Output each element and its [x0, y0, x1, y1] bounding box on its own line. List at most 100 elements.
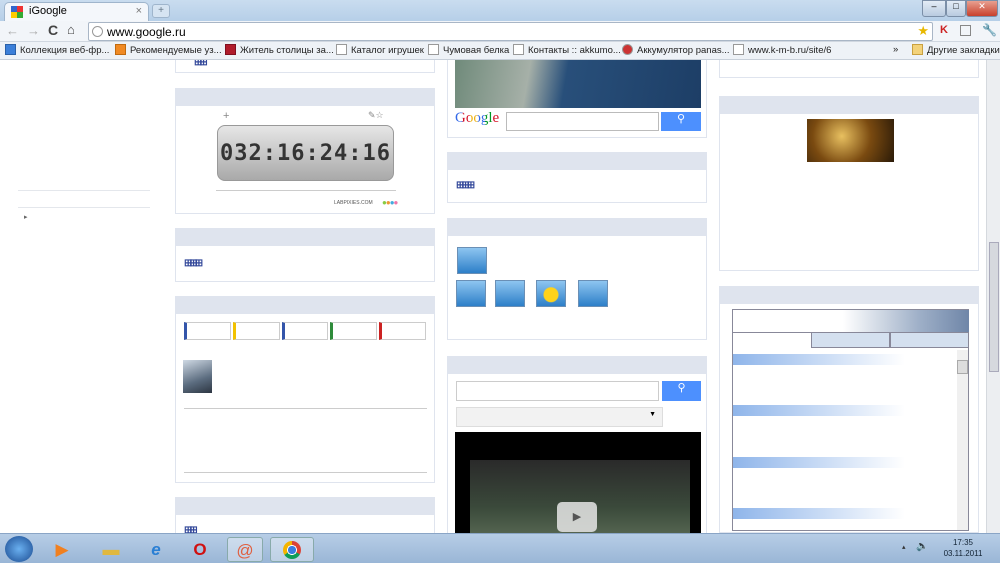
- back-icon[interactable]: ←: [6, 23, 19, 38]
- bookmark-item[interactable]: Чумовая белка: [428, 44, 509, 56]
- page-scroll-thumb[interactable]: [989, 242, 999, 372]
- bookmark-label: Житель столицы за...: [240, 45, 334, 56]
- expand-arrow-icon[interactable]: ▸: [24, 213, 28, 221]
- frame-tab[interactable]: [811, 332, 890, 348]
- cloudy-weather-icon: [495, 280, 525, 307]
- volume-icon[interactable]: 🔈: [916, 541, 928, 552]
- opera-icon[interactable]: O: [184, 537, 216, 562]
- tab-close-icon[interactable]: ×: [136, 5, 142, 17]
- widget-placeholder-icon: ⊞⊞: [184, 525, 198, 533]
- bookmarks-overflow-button[interactable]: »: [893, 44, 898, 55]
- new-tab-button[interactable]: +: [152, 4, 170, 18]
- close-window-button[interactable]: ✕: [966, 0, 998, 17]
- tray-arrow-icon[interactable]: ▴: [902, 543, 906, 551]
- video-search-button[interactable]: ⚲: [662, 381, 701, 401]
- widget: ⊞⊞: [175, 497, 435, 533]
- video-category-select[interactable]: ▼: [456, 407, 663, 427]
- tab-green[interactable]: [330, 322, 378, 340]
- widget-header[interactable]: [175, 228, 435, 246]
- other-bookmarks-label: Другие закладки: [927, 45, 1000, 56]
- browser-toolbar: ← → C ⌂ www.google.ru ★ K 🔧: [0, 21, 1000, 42]
- widget-header[interactable]: [719, 96, 979, 114]
- widget: ⊞⊞⊞: [447, 152, 707, 203]
- cloudy-weather-icon: [456, 280, 486, 307]
- add-icon[interactable]: +: [223, 110, 229, 122]
- tab-blue[interactable]: [184, 322, 231, 340]
- media-player-icon[interactable]: ▶: [46, 537, 78, 562]
- bookmark-item[interactable]: Аккумулятор panas...: [622, 44, 730, 56]
- tab-blue-2[interactable]: [281, 322, 329, 340]
- widget: ⊞⊞: [175, 60, 435, 73]
- bookmark-item[interactable]: Коллекция веб-фр...: [5, 44, 109, 56]
- satellite-map[interactable]: [455, 60, 701, 108]
- clock[interactable]: 17:35 03.11.2011: [938, 537, 988, 559]
- still-life-image[interactable]: [807, 119, 894, 162]
- url-text: www.google.ru: [107, 25, 186, 39]
- video-widget: ⚲ ▼ ▶: [447, 356, 707, 533]
- internet-explorer-icon[interactable]: e: [140, 537, 172, 562]
- widget-header[interactable]: [719, 286, 979, 304]
- theme-color-icons[interactable]: ●●●●: [382, 198, 398, 207]
- thumbnail-image[interactable]: [183, 360, 212, 393]
- widget-header[interactable]: [447, 152, 707, 170]
- bookmark-item[interactable]: www.k-m-b.ru/site/6: [733, 44, 831, 56]
- color-tabs: [184, 322, 426, 340]
- labpixies-credit[interactable]: LABPIXIES.COM: [334, 200, 373, 206]
- home-icon[interactable]: ⌂: [67, 22, 75, 37]
- divider: [184, 472, 427, 473]
- tab-yellow[interactable]: [232, 322, 280, 340]
- widget-header[interactable]: [175, 88, 435, 106]
- divider: [216, 190, 396, 191]
- list-row-bar: [733, 354, 905, 365]
- mail-agent-icon[interactable]: @: [227, 537, 263, 562]
- bookmark-item[interactable]: Рекомендуемые уз...: [115, 44, 222, 56]
- frame-tab[interactable]: [890, 332, 969, 348]
- star-icon[interactable]: ★: [917, 23, 929, 39]
- forward-icon[interactable]: →: [27, 23, 40, 38]
- bookmark-item[interactable]: Каталог игрушек: [336, 44, 424, 56]
- maximize-button[interactable]: □: [946, 0, 966, 17]
- edit-star-icons[interactable]: ✎☆: [368, 110, 384, 121]
- widget-header[interactable]: [175, 497, 435, 515]
- map-search-button[interactable]: ⚲: [661, 112, 701, 131]
- widget-header[interactable]: [447, 356, 707, 374]
- sidebar: ▸: [18, 60, 153, 533]
- page-scrollbar[interactable]: [986, 60, 1000, 533]
- widget-header[interactable]: [175, 296, 435, 314]
- explorer-folder-icon[interactable]: ▬: [95, 537, 127, 562]
- bookmark-label: Коллекция веб-фр...: [20, 45, 110, 56]
- bookmarks-bar: Коллекция веб-фр... Рекомендуемые уз... …: [0, 42, 1000, 60]
- clock-time: 17:35: [952, 538, 974, 547]
- tab-red[interactable]: [379, 322, 426, 340]
- minimize-button[interactable]: –: [922, 0, 946, 17]
- scroll-thumb[interactable]: [957, 360, 968, 374]
- weather-widget: [447, 218, 707, 340]
- list-row-bar: [733, 508, 905, 519]
- extension-box-icon[interactable]: [960, 25, 971, 36]
- map-search-input[interactable]: [506, 112, 659, 131]
- bookmark-item[interactable]: Контакты :: akkumo...: [513, 44, 621, 56]
- image-widget: [719, 96, 979, 271]
- widget-placeholder-icon: ⊞⊞: [194, 60, 208, 68]
- bookmark-label: Контакты :: akkumo...: [528, 45, 621, 56]
- extension-k-icon[interactable]: K: [940, 24, 948, 36]
- frame-scrollbar[interactable]: [957, 350, 968, 530]
- tab-igoogle[interactable]: iGoogle ×: [4, 2, 149, 21]
- chrome-icon[interactable]: [270, 537, 314, 562]
- play-button[interactable]: ▶: [557, 502, 597, 532]
- address-bar[interactable]: www.google.ru ★: [88, 22, 933, 41]
- bookmark-item[interactable]: Житель столицы за...: [225, 44, 334, 56]
- reload-icon[interactable]: C: [48, 22, 58, 38]
- tab-title: iGoogle: [29, 5, 67, 17]
- start-button[interactable]: [5, 536, 33, 562]
- wrench-icon[interactable]: 🔧: [982, 23, 997, 37]
- bookmark-label: Рекомендуемые уз...: [130, 45, 222, 56]
- other-bookmarks-folder[interactable]: Другие закладки: [912, 44, 1000, 56]
- countdown-display: 032:16:24:16: [217, 125, 394, 181]
- video-search-input[interactable]: [456, 381, 659, 401]
- sidebar-divider: [18, 190, 150, 191]
- video-player[interactable]: ▶: [455, 432, 701, 533]
- widget-header[interactable]: [447, 218, 707, 236]
- map-widget: Google ⚲: [447, 60, 707, 138]
- divider: [184, 408, 427, 409]
